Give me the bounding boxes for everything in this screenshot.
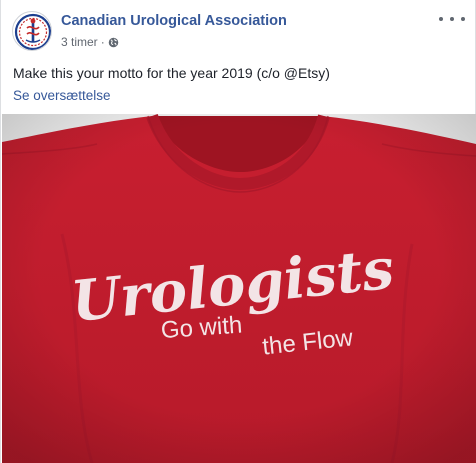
- post-meta: 3 timer ·: [61, 35, 119, 49]
- globe-icon[interactable]: [108, 37, 119, 48]
- shirt-text-line2: Go with: [160, 312, 243, 345]
- post-timestamp[interactable]: 3 timer: [61, 35, 98, 49]
- tshirt-image: Urologists Go with the Flow: [2, 114, 476, 463]
- cua-logo-icon: [14, 13, 51, 50]
- meta-separator: ·: [100, 35, 105, 49]
- see-translation-link[interactable]: Se oversættelse: [13, 88, 111, 103]
- post-photo[interactable]: Urologists Go with the Flow: [2, 114, 476, 463]
- page-avatar[interactable]: [12, 11, 52, 51]
- page-name-link[interactable]: Canadian Urological Association: [61, 13, 287, 29]
- post-message: Make this your motto for the year 2019 (…: [13, 65, 330, 81]
- more-options-icon[interactable]: [439, 10, 465, 28]
- facebook-post: Canadian Urological Association 3 timer …: [0, 0, 476, 463]
